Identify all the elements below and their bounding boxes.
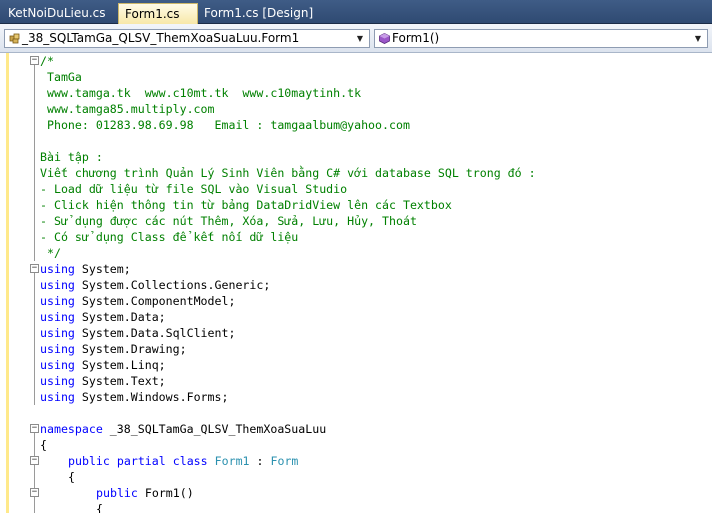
code-line-using: using System.Drawing;	[40, 341, 187, 357]
code-line-comment: - Click hiện thông tin từ bảng DataDridV…	[40, 198, 452, 212]
code-line-comment: www.tamga85.multiply.com	[40, 102, 215, 116]
members-dropdown[interactable]: Form1() ▼	[374, 29, 708, 48]
code-line-using: using System.Linq;	[40, 357, 166, 373]
collapse-method-icon[interactable]: −	[30, 488, 39, 497]
outline-guide	[34, 431, 35, 513]
code-line-class: public partial class Form1 : Form	[68, 453, 298, 469]
class-icon	[9, 33, 20, 44]
using-keyword: using	[40, 262, 75, 276]
using-keyword: using	[40, 294, 75, 308]
using-keyword: using	[40, 342, 75, 356]
chevron-down-icon[interactable]: ▼	[692, 30, 704, 47]
code-line-using: using System.ComponentModel;	[40, 293, 235, 309]
using-namespace: System.ComponentModel;	[81, 294, 236, 308]
code-line-brace: {	[68, 469, 75, 485]
using-keyword: using	[40, 326, 75, 340]
code-editor[interactable]: − − − − − /* TamGa www.tamga.tk www.c10m…	[0, 53, 712, 513]
tab-form1-design[interactable]: Form1.cs [Design]	[198, 3, 319, 24]
outline-guide	[34, 271, 35, 405]
using-keyword: using	[40, 310, 75, 324]
code-line-using: using System.Collections.Generic;	[40, 277, 270, 293]
using-namespace: System.Linq;	[81, 358, 166, 372]
code-line-using: using System.Windows.Forms;	[40, 389, 228, 405]
using-keyword: using	[40, 358, 75, 372]
using-keyword: using	[40, 278, 75, 292]
code-line-comment: */	[40, 246, 61, 260]
namespace-keyword: namespace	[40, 422, 103, 436]
using-keyword: using	[40, 374, 75, 388]
code-line-namespace: namespace _38_SQLTamGa_QLSV_ThemXoaSuaLu…	[40, 421, 326, 437]
using-namespace: System.Data;	[81, 310, 166, 324]
using-keyword: using	[40, 390, 75, 404]
code-line-comment: www.tamga.tk www.c10mt.tk www.c10maytinh…	[40, 86, 362, 100]
collapse-comment-icon[interactable]: −	[30, 56, 39, 65]
collapse-namespace-icon[interactable]: −	[30, 424, 39, 433]
code-line-using: using System.Data.SqlClient;	[40, 325, 235, 341]
code-line-comment: - Load dữ liệu từ file SQL vào Visual St…	[40, 182, 348, 196]
tab-form1-cs[interactable]: Form1.cs	[118, 3, 198, 24]
code-line-using: using System.Text;	[40, 373, 166, 389]
code-line-comment: Viết chương trình Quản Lý Sinh Viên bằng…	[40, 166, 536, 180]
open-brace: {	[68, 470, 75, 484]
code-line-comment: Bài tập :	[40, 150, 103, 164]
using-namespace: System.Windows.Forms;	[81, 390, 229, 404]
namespace-name: _38_SQLTamGa_QLSV_ThemXoaSuaLuu	[102, 422, 327, 436]
public-keyword: public	[68, 454, 110, 468]
code-line-using: using System.Data;	[40, 309, 166, 325]
changed-lines-margin	[6, 53, 9, 513]
code-line-comment: TamGa	[40, 70, 82, 84]
code-line-comment: - Sử dụng được các nút Thêm, Xóa, Sửa, L…	[40, 214, 417, 228]
open-brace: {	[96, 502, 103, 513]
class-colon: :	[249, 454, 271, 468]
code-line-constructor: public Form1()	[96, 485, 194, 501]
chevron-down-icon[interactable]: ▼	[354, 30, 366, 47]
using-namespace: System.Collections.Generic;	[81, 278, 271, 292]
using-namespace: System.Text;	[81, 374, 166, 388]
code-line-comment: /*	[40, 54, 54, 68]
class-name: Form1	[214, 454, 250, 468]
navigation-bar: _38_SQLTamGa_QLSV_ThemXoaSuaLuu.Form1 ▼ …	[0, 24, 712, 53]
partial-keyword: partial	[116, 454, 166, 468]
code-line-brace: {	[40, 437, 47, 453]
constructor-signature: Form1()	[137, 486, 194, 500]
members-dropdown-value: Form1()	[392, 31, 440, 45]
types-dropdown[interactable]: _38_SQLTamGa_QLSV_ThemXoaSuaLuu.Form1 ▼	[4, 29, 370, 48]
using-namespace: System.Drawing;	[81, 342, 187, 356]
code-line-brace: {	[96, 501, 103, 513]
using-namespace: System.Data.SqlClient;	[81, 326, 236, 340]
open-brace: {	[40, 438, 47, 452]
types-dropdown-value: _38_SQLTamGa_QLSV_ThemXoaSuaLuu.Form1	[22, 31, 300, 45]
document-tab-strip: KetNoiDuLieu.cs Form1.cs Form1.cs [Desig…	[0, 0, 712, 24]
using-namespace: System;	[81, 262, 131, 276]
method-icon	[379, 33, 390, 44]
code-line-comment: Phone: 01283.98.69.98 Email : tamgaalbum…	[40, 118, 410, 132]
public-keyword: public	[96, 486, 138, 500]
code-line-using: using System;	[40, 261, 131, 277]
tab-ketnoidulieu-cs[interactable]: KetNoiDuLieu.cs	[2, 3, 112, 24]
collapse-class-icon[interactable]: −	[30, 456, 39, 465]
outline-guide	[34, 63, 35, 261]
collapse-usings-icon[interactable]: −	[30, 264, 39, 273]
class-keyword: class	[172, 454, 208, 468]
base-class-name: Form	[270, 454, 299, 468]
code-line-comment: - Có sử dụng Class để kết nối dữ liệu	[40, 230, 299, 244]
